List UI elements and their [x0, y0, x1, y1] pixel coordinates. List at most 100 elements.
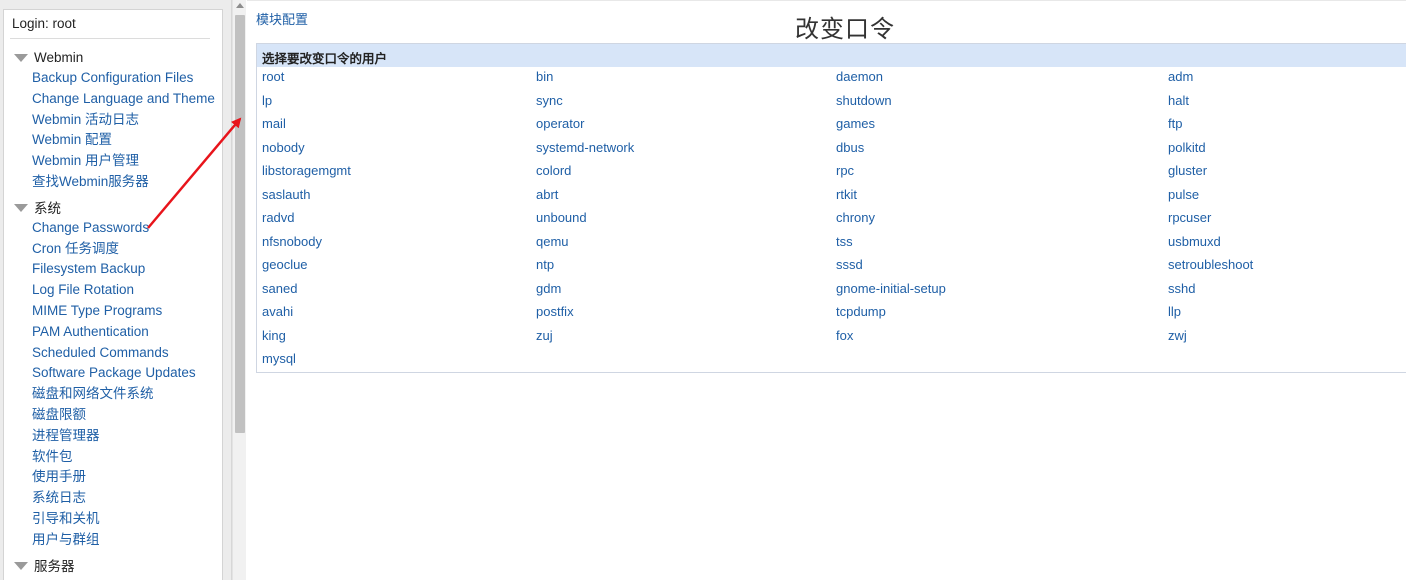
- table-row: libstoragemgmt colord rpc gluster: [257, 161, 1406, 184]
- table-row: nfsnobody qemu tss usbmuxd: [257, 232, 1406, 255]
- user-select-box: 选择要改变口令的用户 root bin daemon adm lp sync shutdow…: [256, 43, 1406, 373]
- sidebar-item-log-rotation[interactable]: Log File Rotation: [32, 280, 134, 300]
- sidebar-item-disk-quotas[interactable]: 磁盘限额: [32, 405, 86, 425]
- box-header: 选择要改变口令的用户: [257, 44, 1406, 67]
- user-link[interactable]: tss: [836, 234, 853, 249]
- user-link[interactable]: operator: [536, 116, 584, 131]
- user-link[interactable]: dbus: [836, 140, 864, 155]
- user-link[interactable]: chrony: [836, 210, 875, 225]
- user-link[interactable]: saslauth: [262, 187, 310, 202]
- sidebar-item-system-logs[interactable]: 系统日志: [32, 488, 86, 508]
- user-link[interactable]: unbound: [536, 210, 587, 225]
- sidebar-item-disk-network-fs[interactable]: 磁盘和网络文件系统: [32, 384, 154, 404]
- table-row: king zuj fox zwj: [257, 326, 1406, 349]
- table-row: geoclue ntp sssd setroubleshoot: [257, 255, 1406, 278]
- divider: [247, 0, 1406, 1]
- user-link[interactable]: polkitd: [1168, 140, 1206, 155]
- user-link[interactable]: rpcuser: [1168, 210, 1211, 225]
- user-link[interactable]: root: [262, 69, 284, 84]
- user-link[interactable]: rpc: [836, 163, 854, 178]
- sidebar-item-webmin-config[interactable]: Webmin 配置: [32, 130, 112, 150]
- user-link[interactable]: gluster: [1168, 163, 1207, 178]
- sidebar-item-change-language[interactable]: Change Language and Theme: [32, 89, 215, 109]
- chevron-down-icon: [14, 53, 28, 62]
- table-row: saslauth abrt rtkit pulse: [257, 185, 1406, 208]
- user-link[interactable]: radvd: [262, 210, 295, 225]
- sidebar-item-manual[interactable]: 使用手册: [32, 467, 86, 487]
- table-row: root bin daemon adm: [257, 67, 1406, 90]
- user-link[interactable]: gdm: [536, 281, 561, 296]
- category-label: Webmin: [34, 49, 84, 65]
- user-link[interactable]: zwj: [1168, 328, 1187, 343]
- user-link[interactable]: gnome-initial-setup: [836, 281, 946, 296]
- user-link[interactable]: setroubleshoot: [1168, 257, 1253, 272]
- table-row: avahi postfix tcpdump llp: [257, 302, 1406, 325]
- sidebar-item-find-servers[interactable]: 查找Webmin服务器: [32, 172, 149, 192]
- box-title: 选择要改变口令的用户: [262, 52, 388, 66]
- user-link[interactable]: ftp: [1168, 116, 1182, 131]
- user-link[interactable]: sync: [536, 93, 563, 108]
- sidebar-item-scheduled-commands[interactable]: Scheduled Commands: [32, 343, 169, 363]
- user-link[interactable]: daemon: [836, 69, 883, 84]
- sidebar-item-package-updates[interactable]: Software Package Updates: [32, 363, 196, 383]
- divider: [10, 38, 210, 39]
- user-link[interactable]: fox: [836, 328, 853, 343]
- user-link[interactable]: rtkit: [836, 187, 857, 202]
- category-label: 服务器: [34, 559, 75, 574]
- category-servers[interactable]: 服务器: [14, 555, 75, 575]
- sidebar-item-pam-auth[interactable]: PAM Authentication: [32, 322, 149, 342]
- user-link[interactable]: mysql: [262, 351, 296, 366]
- user-link[interactable]: pulse: [1168, 187, 1199, 202]
- user-link[interactable]: adm: [1168, 69, 1193, 84]
- user-link[interactable]: zuj: [536, 328, 553, 343]
- scroll-up-arrow-icon[interactable]: [236, 3, 244, 8]
- sidebar-item-users-groups[interactable]: 用户与群组: [32, 530, 100, 550]
- user-link[interactable]: tcpdump: [836, 304, 886, 319]
- user-link[interactable]: libstoragemgmt: [262, 163, 351, 178]
- user-link[interactable]: qemu: [536, 234, 569, 249]
- sidebar-item-filesystem-backup[interactable]: Filesystem Backup: [32, 259, 145, 279]
- user-link[interactable]: shutdown: [836, 93, 892, 108]
- user-link[interactable]: ntp: [536, 257, 554, 272]
- user-link[interactable]: king: [262, 328, 286, 343]
- user-link[interactable]: halt: [1168, 93, 1189, 108]
- user-link[interactable]: abrt: [536, 187, 558, 202]
- user-link[interactable]: sssd: [836, 257, 863, 272]
- table-row: nobody systemd-network dbus polkitd: [257, 138, 1406, 161]
- sidebar: Login: root Webmin Backup Configuration …: [3, 9, 223, 580]
- user-link[interactable]: geoclue: [262, 257, 308, 272]
- login-label: Login: root: [12, 16, 76, 31]
- sidebar-item-webmin-users[interactable]: Webmin 用户管理: [32, 151, 139, 171]
- user-link[interactable]: mail: [262, 116, 286, 131]
- sidebar-item-change-passwords[interactable]: Change Passwords: [32, 218, 149, 238]
- sidebar-item-mime-programs[interactable]: MIME Type Programs: [32, 301, 162, 321]
- chevron-down-icon: [14, 203, 28, 212]
- user-link[interactable]: nfsnobody: [262, 234, 322, 249]
- user-link[interactable]: sshd: [1168, 281, 1195, 296]
- scrollbar-thumb[interactable]: [235, 15, 245, 433]
- user-link[interactable]: systemd-network: [536, 140, 634, 155]
- sidebar-item-bootup-shutdown[interactable]: 引导和关机: [32, 509, 100, 529]
- category-system[interactable]: 系统: [14, 197, 61, 217]
- user-link[interactable]: usbmuxd: [1168, 234, 1221, 249]
- category-label: 系统: [34, 201, 61, 216]
- user-link[interactable]: nobody: [262, 140, 305, 155]
- user-link[interactable]: postfix: [536, 304, 574, 319]
- page-title: 改变口令: [795, 16, 895, 43]
- category-webmin[interactable]: Webmin: [14, 47, 83, 67]
- user-link[interactable]: lp: [262, 93, 272, 108]
- sidebar-item-cron[interactable]: Cron 任务调度: [32, 239, 119, 259]
- sidebar-scrollbar[interactable]: [232, 0, 246, 580]
- sidebar-item-webmin-log[interactable]: Webmin 活动日志: [32, 110, 139, 130]
- table-row: saned gdm gnome-initial-setup sshd: [257, 279, 1406, 302]
- sidebar-item-software-packages[interactable]: 软件包: [32, 447, 73, 467]
- user-link[interactable]: avahi: [262, 304, 293, 319]
- user-link[interactable]: saned: [262, 281, 297, 296]
- user-link[interactable]: bin: [536, 69, 553, 84]
- module-config-link[interactable]: 模块配置: [256, 9, 308, 28]
- user-link[interactable]: llp: [1168, 304, 1181, 319]
- user-link[interactable]: games: [836, 116, 875, 131]
- sidebar-item-process-manager[interactable]: 进程管理器: [32, 426, 100, 446]
- sidebar-item-backup-config[interactable]: Backup Configuration Files: [32, 68, 193, 88]
- user-link[interactable]: colord: [536, 163, 571, 178]
